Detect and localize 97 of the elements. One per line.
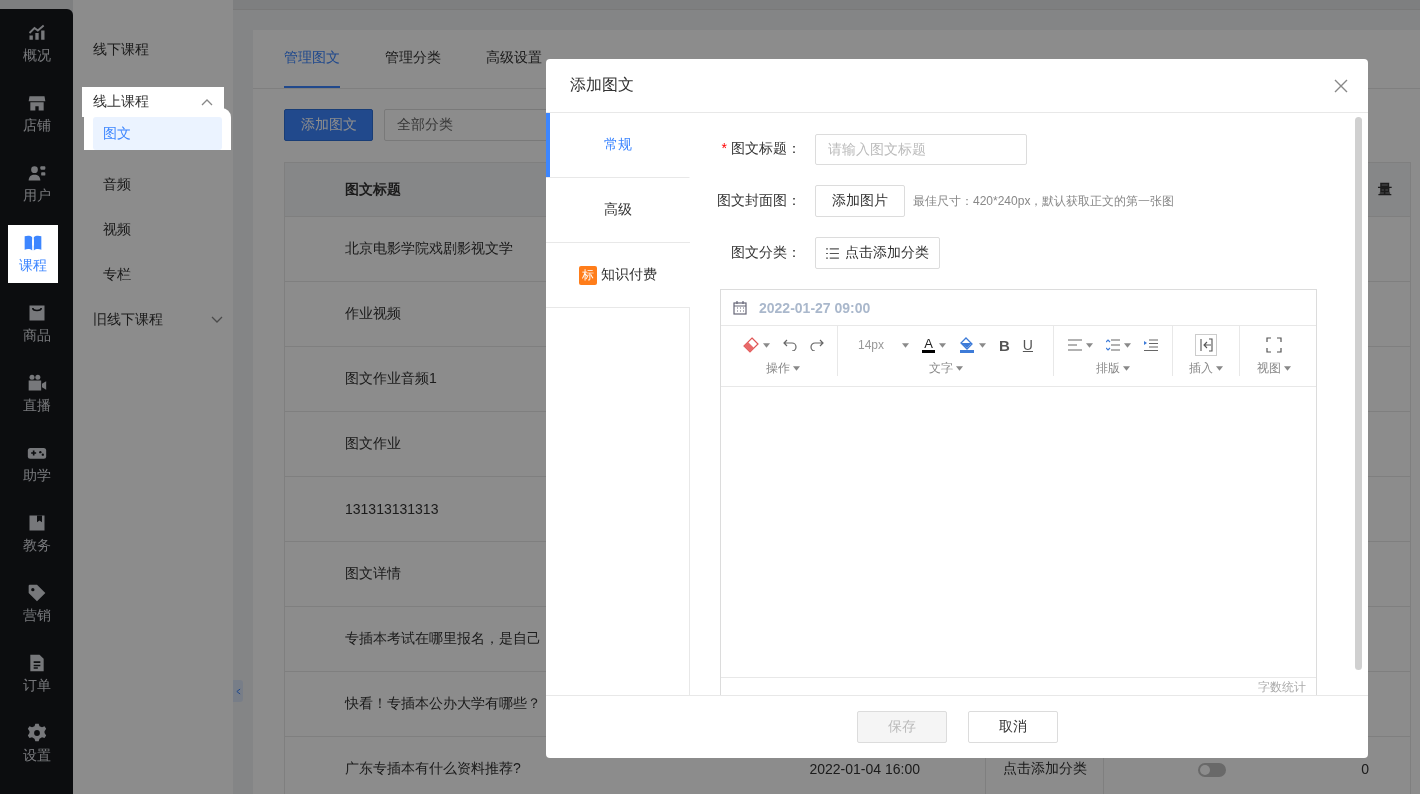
calendar-icon [733,300,747,315]
nav-item[interactable]: 教务 [0,499,73,569]
nav-label: 助学 [22,467,51,485]
nav-label: 店铺 [22,117,51,135]
nav-label: 教务 [22,537,51,555]
nav-item[interactable]: 商品 [0,289,73,359]
sidebar-label: 线下课程 [93,41,149,59]
add-image-button[interactable]: 添加图片 [815,185,905,217]
caret-icon [793,366,800,371]
indent-icon [1144,339,1158,351]
nav-item[interactable]: 概况 [0,9,73,79]
caret-icon [1124,342,1131,348]
insert-icon [1195,334,1217,356]
list-icon [826,247,839,259]
underline-button[interactable]: U [1016,334,1039,356]
sidebar-item[interactable]: 旧线下课程 [73,297,233,343]
sidebar-label: 线上课程 [93,93,149,111]
scrollbar[interactable] [1355,117,1362,670]
gear-icon [26,723,47,743]
nav-label: 营销 [22,607,51,625]
sidebar-item[interactable]: 线下课程 [73,27,233,73]
chart-icon [26,23,47,43]
toolbar-group-menu[interactable]: 插入 [1189,360,1223,377]
tab[interactable]: 管理分类 [385,30,441,88]
undo-icon [782,339,797,351]
nav-item[interactable]: 店铺 [0,79,73,149]
toolbar-group-menu[interactable]: 视图 [1257,360,1291,377]
redo-icon [809,339,824,351]
add-category-button[interactable]: 点击添加分类 [815,237,940,269]
add-category-link[interactable]: 点击添加分类 [1002,760,1087,776]
nav-label: 直播 [22,397,51,415]
caret-icon [1284,366,1291,371]
nav-label: 概况 [22,47,51,65]
caret-icon [1216,366,1223,371]
tab-label: 知识付费 [601,266,657,284]
nav-item[interactable]: 设置 [0,709,73,779]
book-icon [23,233,43,253]
chevron-up-icon [201,98,213,106]
close-button[interactable] [1334,78,1348,93]
users-icon [26,163,47,183]
nav-item[interactable]: 助学 [0,429,73,499]
cancel-button[interactable]: 取消 [967,711,1058,743]
tag-icon [26,583,47,603]
chevron-left-icon [235,687,241,695]
dialog-title: 添加图文 [570,75,634,95]
caret-icon [1086,342,1093,348]
caret-icon [762,342,770,348]
nav-label: 商品 [22,327,51,345]
nav-item[interactable]: 营销 [0,569,73,639]
bold-button[interactable]: B [993,334,1016,356]
side-tab[interactable]: 高级 [546,178,690,243]
tab-label: 高级 [604,201,632,219]
collapse-handle[interactable] [233,680,243,702]
caret-icon [1123,366,1130,371]
font-color-dropdown[interactable]: A [916,334,952,356]
nav-item[interactable]: 直播 [0,359,73,429]
caret-icon [955,366,963,371]
caret-icon [939,342,946,348]
nav-item[interactable]: 课程 [8,225,58,283]
badge: 标 [579,265,597,285]
toggle-switch[interactable] [1198,763,1227,778]
date-text: 2022-01-27 09:00 [759,299,871,316]
shop-icon [26,93,47,113]
nav-label: 设置 [22,747,51,765]
sidebar-label: 旧线下课程 [93,311,163,329]
side-tab[interactable]: 常规 [546,113,690,178]
sidebar-subitem[interactable]: 视频 [73,207,233,252]
nav-label: 课程 [19,257,47,275]
sidebar-subitem[interactable]: 音频 [73,162,233,207]
font-size-dropdown[interactable]: 14px [852,334,915,356]
add-article-button[interactable]: 添加图文 [284,109,373,141]
toolbar-group-menu[interactable]: 排版 [1096,360,1130,377]
align-icon [1068,339,1082,351]
tab[interactable]: 高级设置 [486,30,542,88]
hint-text: 最佳尺寸：420*240px，默认获取正文的第一张图 [913,192,1175,210]
caret-icon [979,342,986,348]
sidebar-subitem[interactable]: 专栏 [73,252,233,297]
eraser-icon [742,337,759,353]
toolbar-group-menu[interactable]: 操作 [766,360,800,377]
nav-label: 订单 [22,677,51,695]
tab[interactable]: 管理图文 [284,30,340,88]
nav-label: 用户 [22,187,51,205]
line-height-icon [1106,339,1120,351]
word-count-text: 字数统计 [721,677,1316,695]
caret-icon [902,342,909,348]
video-camera-icon [26,373,47,393]
nav-item[interactable]: 订单 [0,639,73,709]
title-input-field[interactable]: 请输入图文标题 [815,133,1027,165]
close-icon [1334,78,1348,93]
fullscreen-icon [1266,337,1282,353]
toolbar-group-menu[interactable]: 文字 [928,360,963,377]
chevron-down-icon [211,316,223,324]
nav-item[interactable]: 用户 [0,149,73,219]
required-mark: * [721,140,727,156]
label-text: 图文标题： [731,140,801,156]
paint-bucket-icon [959,337,975,353]
side-tab[interactable]: 标 知识付费 [546,243,690,308]
